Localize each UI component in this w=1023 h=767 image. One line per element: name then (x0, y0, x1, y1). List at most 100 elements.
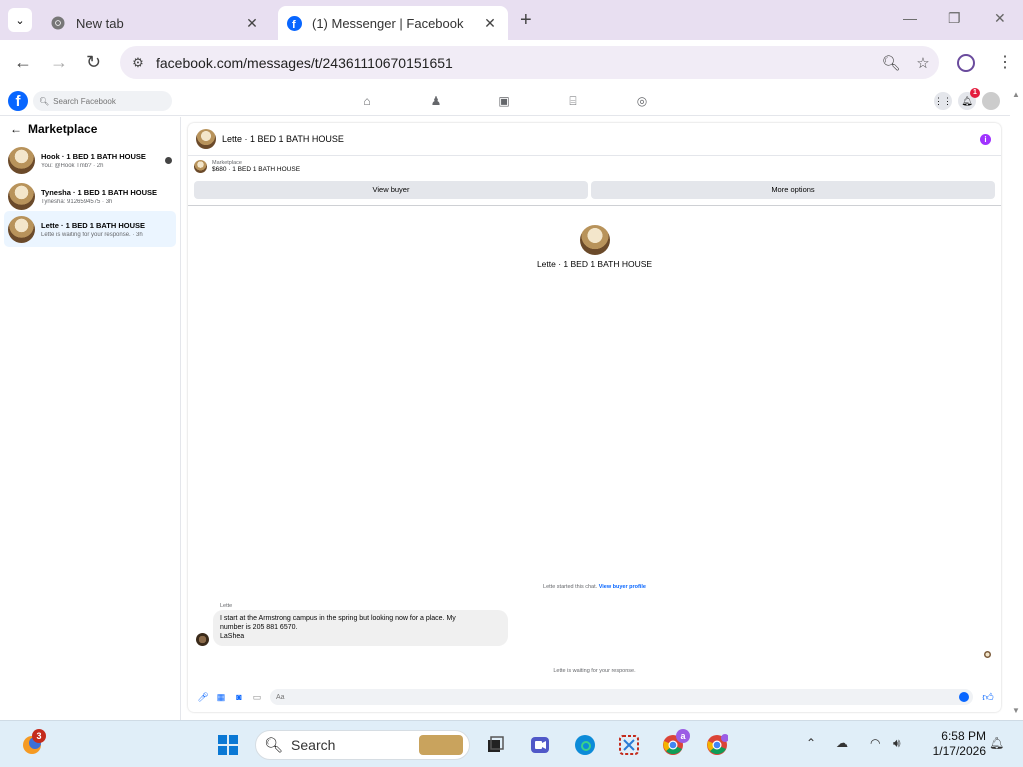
message-line: LaShea (220, 633, 245, 640)
microphone-icon[interactable]: 🎤︎ (194, 692, 212, 703)
tab-title: (1) Messenger | Facebook (312, 15, 464, 31)
thumbs-up-icon[interactable]: 👍︎ (979, 691, 997, 704)
system-clock[interactable]: 6:58 PM 1/17/2026 (920, 729, 986, 759)
conversation-item[interactable]: Hook · 1 BED 1 BATH HOUSE You: @Hook Tmb… (4, 142, 176, 178)
chrome-icon[interactable] (705, 733, 729, 757)
zoom-icon[interactable]: 🔍︎ (875, 54, 907, 72)
divider (188, 205, 1001, 206)
menu-grid-icon[interactable]: ⋮⋮ (934, 92, 952, 110)
emoji-icon[interactable] (959, 692, 969, 702)
clock-time: 6:58 PM (941, 729, 986, 743)
account-avatar[interactable] (982, 92, 1000, 110)
friends-icon[interactable]: ♟︎ (429, 94, 443, 108)
tab-new-tab[interactable]: New tab ✕ (40, 6, 270, 40)
reload-icon[interactable]: ↻ (86, 52, 101, 72)
cloud-offline-icon[interactable]: ☁ (836, 736, 848, 750)
restore-icon[interactable]: ❐ (948, 10, 961, 27)
minimize-icon[interactable]: — (903, 10, 917, 26)
chat-header: Lette · 1 BED 1 BATH HOUSE i (188, 123, 1001, 156)
sidebar-header: ← Marketplace (0, 117, 180, 141)
view-buyer-button[interactable]: View buyer (194, 181, 588, 199)
photo-icon[interactable]: ▦ (212, 692, 230, 703)
chat-intro-name: Lette · 1 BED 1 BATH HOUSE (536, 259, 653, 269)
chrome-icon (50, 15, 66, 31)
notification-badge: 1 (970, 88, 980, 98)
site-settings-icon[interactable]: ⚙ (120, 55, 156, 71)
back-arrow-icon[interactable]: ← (10, 122, 22, 136)
address-bar[interactable]: ⚙ facebook.com/messages/t/24361110670151… (120, 46, 939, 79)
message-sender: Lette (220, 603, 233, 609)
chat-started-text: Lette started this chat. (543, 584, 598, 590)
tab-search-button[interactable]: ⌄ (8, 8, 32, 32)
sticker-icon[interactable]: ◙ (230, 692, 248, 702)
facebook-logo-icon[interactable]: f (8, 91, 28, 111)
conversation-name: Hook · 1 BED 1 BATH HOUSE (41, 151, 146, 161)
clock-date: 1/17/2026 (932, 744, 986, 758)
notification-bell-icon[interactable]: 🔔︎ (989, 736, 1004, 750)
chrome-profile-badge: a (676, 729, 690, 743)
menu-kebab-icon[interactable]: ⋮ (997, 52, 1013, 72)
marketplace-icon[interactable]: ⌸ (566, 94, 580, 108)
facebook-search[interactable]: 🔍︎ (33, 91, 172, 111)
chevron-down-icon: ⌄ (15, 14, 25, 27)
weather-badge: 3 (32, 729, 46, 743)
forward-icon[interactable]: → (50, 52, 68, 72)
taskbar-search[interactable]: 🔍︎ Search (255, 730, 470, 760)
bookmark-star-icon[interactable]: ☆ (907, 54, 939, 72)
search-icon: 🔍︎ (264, 737, 284, 754)
edge-browser-icon[interactable] (573, 733, 597, 757)
message-input-wrap[interactable] (270, 689, 973, 705)
groups-icon[interactable]: ◎ (635, 94, 649, 108)
task-view-icon[interactable] (483, 733, 507, 757)
url-text: facebook.com/messages/t/2436111067015165… (156, 54, 453, 71)
listing-thumbnail (8, 146, 35, 174)
facebook-topbar: f 🔍︎ ⌂ ♟︎ ▣ ⌸ ◎ ⋮⋮ 🔔︎ (0, 86, 1010, 116)
conversation-item-selected[interactable]: Lette · 1 BED 1 BATH HOUSE Lette is wait… (4, 211, 176, 247)
scroll-up-arrow-icon[interactable]: ▲ (1012, 90, 1020, 99)
message-line: number is 205 881 6570. (220, 624, 298, 631)
message-input[interactable] (276, 693, 959, 701)
close-window-icon[interactable]: ✕ (994, 10, 1006, 27)
message-bubble[interactable]: I start at the Armstrong campus in the s… (213, 610, 508, 646)
search-highlight-image (419, 735, 463, 755)
taskbar-search-label: Search (291, 737, 336, 753)
chevron-up-icon[interactable]: ⌃ (806, 736, 816, 750)
conversation-name: Tynesha · 1 BED 1 BATH HOUSE (41, 187, 157, 197)
search-icon: 🔍︎ (39, 96, 50, 106)
listing-thumbnail (8, 215, 35, 243)
teams-meet-icon[interactable] (528, 733, 552, 757)
info-icon[interactable]: i (980, 133, 991, 145)
svg-text:f: f (292, 19, 296, 31)
conversation-preview: You: @Hook Tmb? · 2h (41, 162, 104, 169)
tab-title: New tab (76, 15, 124, 31)
windows-start-icon[interactable] (216, 733, 240, 757)
close-tab-icon[interactable]: ✕ (242, 15, 262, 32)
tab-messenger[interactable]: f (1) Messenger | Facebook ✕ (278, 6, 508, 40)
back-icon[interactable]: ← (14, 52, 32, 72)
sender-avatar[interactable] (196, 633, 209, 646)
profile-icon[interactable] (957, 54, 975, 72)
waiting-notice: Lette is waiting for your response. (553, 668, 636, 674)
new-tab-button[interactable]: + (520, 10, 532, 30)
taskbar: 3 🔍︎ Search a ⌃ ☁ ◠ 🔊︎ 6:58 PM 1/17/2026… (0, 720, 1023, 767)
conversation-preview: Tynesha: 9126594575 · 3h (41, 198, 113, 205)
conversation-item[interactable]: Tynesha · 1 BED 1 BATH HOUSE Tynesha: 91… (4, 178, 176, 214)
home-icon[interactable]: ⌂ (360, 94, 374, 108)
volume-icon[interactable]: 🔊︎ (893, 736, 901, 751)
browser-toolbar: ← → ↻ ⚙ facebook.com/messages/t/24361110… (0, 40, 1023, 86)
wifi-icon[interactable]: ◠ (870, 736, 880, 750)
listing-summary[interactable]: Marketplace $680 · 1 BED 1 BATH HOUSE (194, 160, 300, 173)
gif-icon[interactable]: ▭ (248, 692, 266, 703)
snipping-tool-icon[interactable] (617, 733, 641, 757)
view-buyer-profile-link[interactable]: View buyer profile (599, 584, 646, 590)
listing-thumbnail[interactable] (196, 129, 216, 149)
tab-strip: ⌄ New tab ✕ f (1) Messenger | Facebook ✕… (0, 0, 1023, 40)
video-icon[interactable]: ▣ (497, 94, 511, 108)
scroll-down-arrow-icon[interactable]: ▼ (1012, 706, 1020, 715)
close-tab-icon[interactable]: ✕ (480, 15, 500, 32)
more-options-button[interactable]: More options (591, 181, 995, 199)
chat-title[interactable]: Lette · 1 BED 1 BATH HOUSE (222, 134, 980, 144)
chat-started-notice: Lette started this chat. View buyer prof… (188, 584, 1001, 590)
seen-avatar-icon (165, 156, 172, 164)
facebook-search-input[interactable] (53, 96, 164, 106)
